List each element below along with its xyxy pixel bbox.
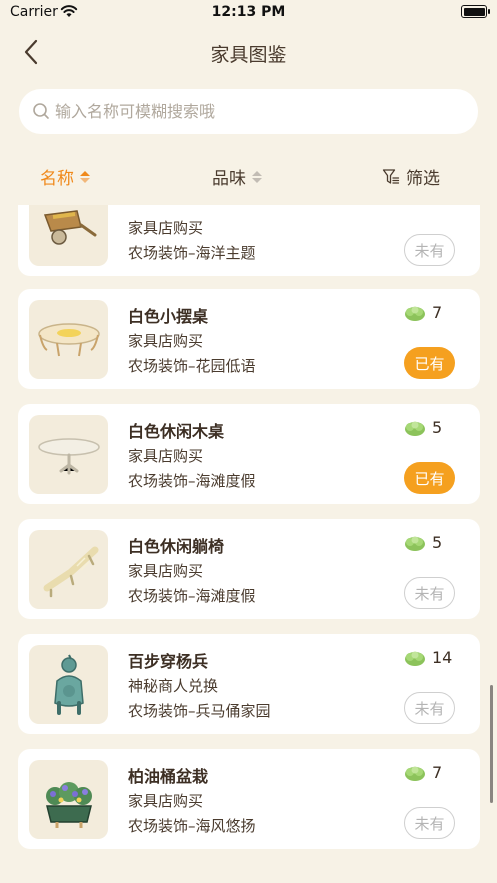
taste-number: 14 [432, 648, 453, 667]
taste-value: 5 [404, 533, 442, 552]
status-badge[interactable]: 已有 [404, 462, 455, 494]
furniture-card[interactable]: 白色小摆桌 家具店购买 农场装饰–花园低语 7 已有 [18, 289, 480, 389]
item-source: 家具店购买 [128, 447, 204, 465]
cabbage-icon [405, 766, 425, 781]
wheelbarrow-icon [29, 205, 108, 266]
clock: 12:13 PM [211, 4, 286, 20]
wooden-table-icon [29, 415, 108, 494]
status-badge[interactable]: 未有 [404, 692, 455, 724]
navigation-bar: 家具图鉴 [0, 30, 497, 74]
cabbage-icon [405, 536, 425, 551]
taste-value: 5 [404, 418, 442, 437]
sort-bar: 名称 品味 筛选 [0, 160, 497, 192]
furniture-card[interactable]: 家具店购买 农场装饰–海洋主题 未有 [18, 205, 480, 276]
status-bar: Carrier 12:13 PM [0, 0, 497, 26]
item-category: 农场装饰–花园低语 [128, 357, 256, 375]
page-title: 家具图鉴 [210, 44, 287, 66]
search-bar[interactable] [19, 89, 478, 134]
item-source: 家具店购买 [128, 562, 204, 580]
cabbage-icon [405, 421, 425, 436]
search-input[interactable] [55, 89, 465, 134]
cabbage-icon [405, 651, 425, 666]
item-category: 农场装饰–海洋主题 [128, 244, 256, 262]
filter-button[interactable]: 筛选 [382, 164, 440, 189]
sort-taste-label: 品味 [212, 169, 246, 189]
item-category: 农场装饰–海风悠扬 [128, 817, 256, 835]
item-name: 白色休闲木桌 [128, 422, 225, 441]
status-badge[interactable]: 已有 [404, 347, 455, 379]
scrollbar[interactable] [490, 685, 493, 803]
taste-number: 7 [432, 303, 443, 322]
sort-name-label: 名称 [40, 169, 74, 189]
item-name: 白色小摆桌 [128, 307, 209, 326]
cabbage-icon [405, 306, 425, 321]
status-badge[interactable]: 未有 [404, 577, 455, 609]
barrel-planter-icon [29, 760, 108, 839]
taste-value: 7 [404, 763, 442, 782]
item-name: 柏油桶盆栽 [128, 767, 209, 786]
status-badge[interactable]: 未有 [404, 807, 455, 839]
item-source: 家具店购买 [128, 332, 204, 350]
item-source: 家具店购买 [128, 219, 204, 237]
taste-value: 7 [404, 303, 442, 322]
furniture-card[interactable]: 柏油桶盆栽 家具店购买 农场装饰–海风悠扬 7 未有 [18, 749, 480, 849]
item-name: 白色休闲躺椅 [128, 537, 225, 556]
sort-arrows-icon [80, 170, 90, 183]
furniture-card[interactable]: 白色休闲木桌 家具店购买 农场装饰–海滩度假 5 已有 [18, 404, 480, 504]
taste-number: 5 [432, 533, 443, 552]
filter-label: 筛选 [406, 169, 440, 189]
lounge-chair-icon [29, 530, 108, 609]
furniture-card[interactable]: 百步穿杨兵 神秘商人兑换 农场装饰–兵马俑家园 14 未有 [18, 634, 480, 734]
battery-icon [461, 5, 490, 18]
item-source: 神秘商人兑换 [128, 677, 219, 695]
round-table-icon [29, 300, 108, 379]
filter-icon [382, 168, 400, 184]
item-category: 农场装饰–兵马俑家园 [128, 702, 271, 720]
item-source: 家具店购买 [128, 792, 204, 810]
item-category: 农场装饰–海滩度假 [128, 472, 256, 490]
status-badge[interactable]: 未有 [404, 234, 455, 266]
item-name: 百步穿杨兵 [128, 652, 209, 671]
sort-by-name-button[interactable]: 名称 [40, 164, 90, 189]
sort-by-taste-button[interactable]: 品味 [212, 164, 262, 189]
taste-value: 14 [404, 648, 452, 667]
taste-number: 5 [432, 418, 443, 437]
furniture-list[interactable]: 家具店购买 农场装饰–海洋主题 未有 白色小摆桌 家具店购买 农场装饰–花园低语… [0, 205, 497, 883]
item-category: 农场装饰–海滩度假 [128, 587, 256, 605]
search-icon [33, 103, 49, 119]
taste-number: 7 [432, 763, 443, 782]
furniture-card[interactable]: 白色休闲躺椅 家具店购买 农场装饰–海滩度假 5 未有 [18, 519, 480, 619]
terracotta-soldier-icon [29, 645, 108, 724]
sort-arrows-icon [252, 170, 262, 183]
